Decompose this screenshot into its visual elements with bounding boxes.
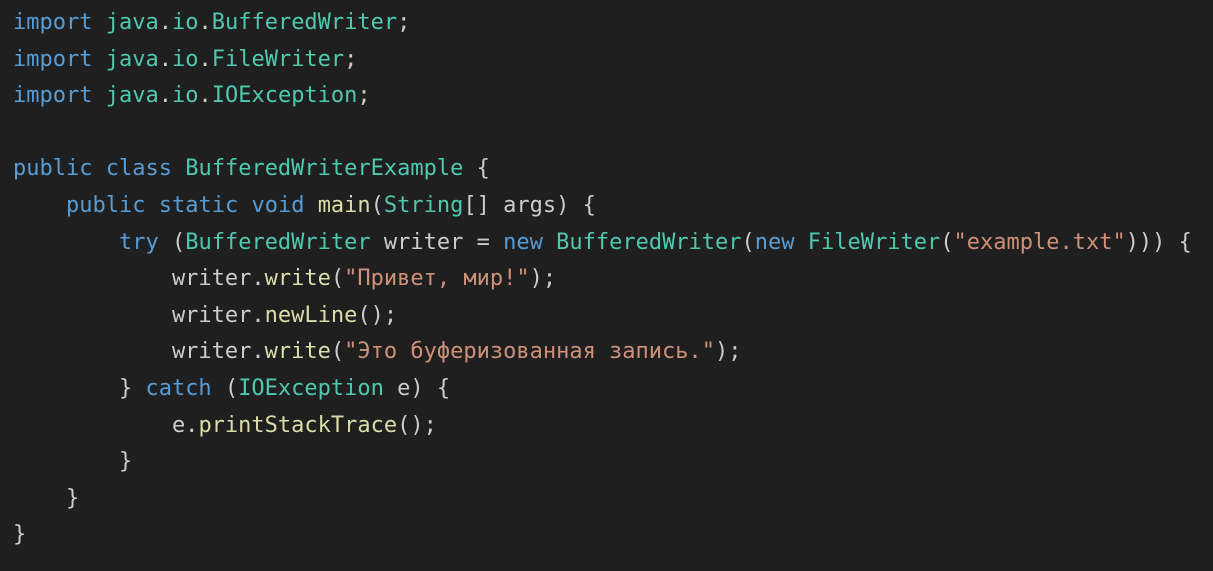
code-line: try (BufferedWriter writer = new Buffere… xyxy=(13,225,1213,262)
code-line: e.printStackTrace(); xyxy=(13,408,1213,445)
code-token-type: IOException xyxy=(211,83,358,109)
code-token-type: java xyxy=(105,46,159,72)
code-token-keyword: public xyxy=(13,156,93,182)
code-token-plain: . xyxy=(158,83,172,109)
code-token-keyword: static xyxy=(158,192,239,218)
code-line: writer.write("Привет, мир!"); xyxy=(13,261,1213,298)
code-line: } xyxy=(13,481,1213,518)
code-token-type: IOException xyxy=(238,375,384,401)
code-token-plain: ( xyxy=(370,192,384,218)
code-line: } catch (IOException e) { xyxy=(13,371,1213,408)
code-token-plain: writer = xyxy=(370,229,504,255)
code-line: import java.io.FileWriter; xyxy=(13,42,1213,79)
code-token-type: java xyxy=(105,10,159,35)
code-token-function: newLine xyxy=(264,302,358,328)
code-token-string: "example.txt" xyxy=(953,229,1126,255)
code-token-plain: ( xyxy=(330,339,345,365)
code-line: import java.io.BufferedWriter; xyxy=(13,5,1213,42)
code-token-control: catch xyxy=(145,375,212,401)
code-token-type: BufferedWriter xyxy=(211,10,398,35)
code-token-plain: ); xyxy=(529,266,557,292)
code-token-type: BufferedWriter xyxy=(185,229,371,255)
code-line: writer.newLine(); xyxy=(13,298,1213,335)
code-token-plain: [] args) { xyxy=(463,192,596,218)
code-token-plain: writer. xyxy=(13,302,265,328)
code-token-plain: ; xyxy=(357,83,371,109)
code-token-type: FileWriter xyxy=(807,229,941,255)
code-token-plain: } xyxy=(13,485,80,511)
code-token-plain: ; xyxy=(397,10,411,35)
code-token-control: try xyxy=(118,229,159,255)
code-token-function: write xyxy=(264,266,331,292)
code-token-string: "Привет, мир!" xyxy=(344,266,530,292)
code-token-plain: writer. xyxy=(13,339,265,365)
code-token-plain: } xyxy=(13,375,146,401)
code-token-type: BufferedWriter xyxy=(556,229,742,255)
code-token-keyword: import xyxy=(13,83,93,109)
code-token-plain: ))) { xyxy=(1125,229,1192,255)
code-token-plain: } xyxy=(13,522,27,548)
code-line: } xyxy=(13,444,1213,481)
code-token-plain: ); xyxy=(715,339,742,365)
code-token-function: main xyxy=(317,192,371,218)
code-token-keyword: import xyxy=(13,10,93,35)
code-token-type: String xyxy=(383,192,464,218)
code-line: public class BufferedWriterExample { xyxy=(13,151,1213,188)
code-token-plain: e) { xyxy=(383,375,451,401)
code-token-plain: ( xyxy=(940,229,954,255)
code-token-keyword: new xyxy=(754,229,795,255)
code-line: public static void main(String[] args) { xyxy=(13,188,1213,225)
code-token-keyword: public xyxy=(65,192,146,218)
code-token-plain: (); xyxy=(357,302,398,328)
code-token-plain: (); xyxy=(397,412,437,438)
code-token-keyword: void xyxy=(251,192,305,218)
code-token-plain: ( xyxy=(211,375,239,401)
code-token-plain: . xyxy=(158,10,172,35)
code-line: writer.write("Это буферизованная запись.… xyxy=(13,334,1213,371)
code-token-plain: ( xyxy=(330,266,345,292)
code-token-keyword: import xyxy=(13,46,93,72)
code-token-type: io xyxy=(171,10,199,35)
code-editor[interactable]: import java.io.BufferedWriter; import jav… xyxy=(0,0,1213,571)
code-token-plain: . xyxy=(198,83,212,109)
code-token-plain: writer. xyxy=(13,266,265,292)
code-token-plain: e. xyxy=(13,412,199,438)
code-token-type: io xyxy=(171,83,199,109)
code-token-type: FileWriter xyxy=(211,46,345,72)
code-token-plain: { xyxy=(463,156,490,182)
code-line: } xyxy=(13,517,1213,554)
code-token-type: BufferedWriterExample xyxy=(185,156,464,182)
code-token-plain: . xyxy=(198,10,212,35)
code-token-type: io xyxy=(171,46,199,72)
code-token-function: printStackTrace xyxy=(198,412,398,438)
code-token-keyword: class xyxy=(105,156,172,182)
code-token-plain: . xyxy=(198,46,212,72)
code-token-string: "Это буферизованная запись." xyxy=(344,339,716,365)
code-token-plain: ; xyxy=(344,46,358,72)
code-token-function: write xyxy=(264,339,331,365)
code-token-plain: ( xyxy=(158,229,186,255)
code-token-plain: ( xyxy=(741,229,755,255)
code-token-plain: . xyxy=(158,46,172,72)
code-line: import java.io.IOException; xyxy=(13,78,1213,115)
code-token-keyword: new xyxy=(503,229,543,255)
code-token-plain: } xyxy=(13,449,133,475)
code-token-type: java xyxy=(105,83,159,109)
